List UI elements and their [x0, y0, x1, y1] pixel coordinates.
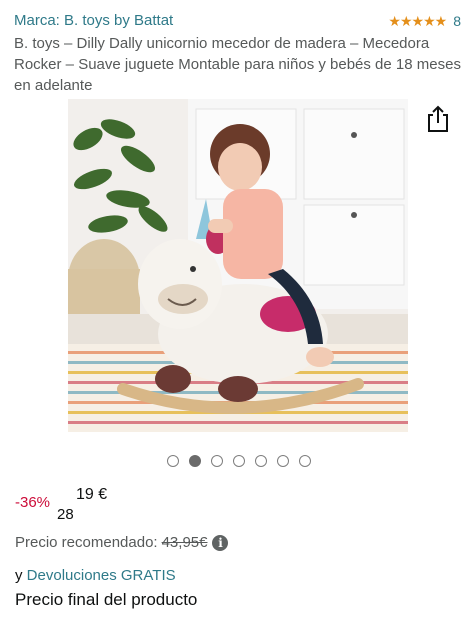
recommended-price: 43,95€ — [161, 534, 208, 551]
product-image[interactable] — [68, 99, 408, 432]
star-icon: ★ — [423, 13, 436, 29]
star-icon: ★ — [411, 13, 425, 29]
carousel-dot[interactable] — [167, 455, 179, 467]
carousel-dot[interactable] — [189, 455, 201, 467]
price-fraction: 28 — [57, 506, 74, 523]
final-price-label: Precio final del producto — [15, 590, 198, 609]
discount-badge: -36% — [15, 494, 51, 511]
brand-row: Marca: B. toys by Battat ★ ★ ★ ★ ★ 8 — [14, 12, 461, 32]
returns-prefix: y — [15, 567, 27, 584]
star-icon: ★ — [388, 13, 401, 29]
carousel-dot[interactable] — [299, 455, 311, 467]
star-icon: ★ — [399, 13, 413, 29]
carousel-dots — [167, 455, 311, 467]
carousel-dot[interactable] — [277, 455, 289, 467]
free-returns-link[interactable]: Devoluciones GRATIS — [27, 567, 176, 584]
recommended-price-row: Precio recomendado: 43,95€ i — [15, 534, 229, 551]
price-whole: 19 € — [76, 486, 108, 503]
returns-row: y Devoluciones GRATIS — [15, 567, 176, 584]
carousel-dot[interactable] — [255, 455, 267, 467]
recommended-label: Precio recomendado: — [15, 534, 158, 551]
carousel-dot[interactable] — [211, 455, 223, 467]
info-icon[interactable]: i — [212, 534, 229, 551]
share-button[interactable] — [426, 105, 450, 133]
share-icon — [428, 105, 448, 132]
product-title: B. toys – Dilly Dally unicornio mecedor … — [14, 35, 461, 94]
brand-link[interactable]: Marca: B. toys by Battat — [14, 12, 173, 29]
carousel-dot[interactable] — [233, 455, 245, 467]
review-count[interactable]: 8 — [453, 13, 461, 29]
star-rating: ★ ★ ★ ★ ★ — [388, 12, 448, 30]
rating[interactable]: ★ ★ ★ ★ ★ 8 — [388, 12, 461, 30]
star-icon: ★ — [434, 13, 448, 29]
product-photo — [68, 99, 408, 432]
